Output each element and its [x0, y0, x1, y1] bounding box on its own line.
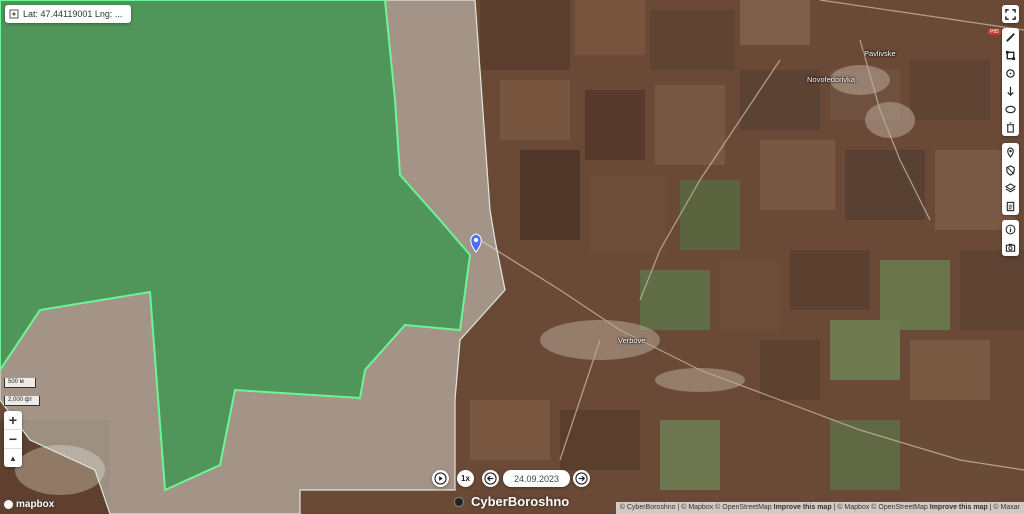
shield-button[interactable]	[1002, 161, 1019, 179]
speed-button[interactable]: 1x	[457, 470, 474, 487]
draw-toolbar	[1002, 28, 1019, 136]
layers-icon	[1005, 182, 1016, 192]
attribution-text-1: © CyberBoroshno | © Mapbox © OpenStreetM…	[619, 504, 772, 511]
zoom-out-button[interactable]: −	[4, 430, 22, 449]
attribution: © CyberBoroshno | © Mapbox © OpenStreetM…	[615, 502, 1024, 514]
attribution-text-2: | © Mapbox © OpenStreetMap	[833, 504, 928, 511]
delete-button[interactable]	[1002, 118, 1019, 136]
mapbox-logo[interactable]: mapbox	[4, 499, 54, 510]
document-icon	[1006, 201, 1015, 211]
arrow-left-icon	[484, 472, 497, 485]
fullscreen-control	[1002, 5, 1019, 23]
camera-icon	[1005, 243, 1016, 252]
draw-arrow-button[interactable]	[1002, 82, 1019, 100]
marker-button[interactable]	[1002, 143, 1019, 161]
info-toolbar	[1002, 220, 1019, 256]
arrow-icon	[1007, 86, 1014, 96]
map-canvas[interactable]	[0, 0, 1024, 514]
layer-toolbar	[1002, 143, 1019, 215]
arrow-right-icon	[575, 472, 588, 485]
compass-button[interactable]: ▲	[4, 449, 22, 467]
ellipse-icon	[1005, 105, 1016, 113]
previous-date-button[interactable]	[482, 470, 499, 487]
compass-icon: ▲	[9, 453, 17, 463]
next-date-button[interactable]	[573, 470, 590, 487]
mapbox-logo-text: mapbox	[16, 499, 55, 510]
zoom-controls: + − ▲	[4, 411, 22, 467]
pin-icon	[9, 9, 19, 19]
date-display[interactable]: 24.09.2023	[503, 470, 570, 487]
trash-icon	[1006, 121, 1015, 133]
draw-circle-button[interactable]	[1002, 64, 1019, 82]
fullscreen-button[interactable]	[1002, 5, 1019, 23]
draw-polygon-button[interactable]	[1002, 46, 1019, 64]
circle-icon	[1006, 68, 1015, 78]
place-label-pavlivske: Pavlivske	[864, 49, 896, 58]
zoom-in-button[interactable]: +	[4, 411, 22, 430]
place-label-novofedorivka: Novofedorivka	[807, 75, 855, 84]
scale-metric: 500 м	[4, 378, 36, 388]
scale-imperial: 2,000 фт	[4, 396, 40, 406]
attribution-text-3: | © Maxar	[989, 504, 1020, 511]
brand-name: CyberBoroshno	[471, 494, 570, 509]
brand-logo-icon	[454, 496, 464, 507]
road-shield: Р85	[988, 29, 1001, 35]
expand-icon	[1005, 8, 1016, 20]
shield-icon	[1006, 164, 1015, 176]
improve-map-link-1[interactable]: Improve this map	[774, 504, 832, 511]
mapbox-logo-icon	[4, 500, 13, 509]
info-icon	[1005, 224, 1016, 234]
document-button[interactable]	[1002, 197, 1019, 215]
draw-ellipse-button[interactable]	[1002, 100, 1019, 118]
pin-icon	[1007, 146, 1014, 158]
brand-logo: CyberBoroshno	[454, 494, 569, 509]
improve-map-link-2[interactable]: Improve this map	[930, 504, 988, 511]
coordinates-text: Lat: 47.44119001 Lng: ...	[23, 9, 123, 19]
draw-line-button[interactable]	[1002, 28, 1019, 46]
polygon-icon	[1005, 50, 1016, 60]
layers-button[interactable]	[1002, 179, 1019, 197]
coordinates-display[interactable]: Lat: 47.44119001 Lng: ...	[5, 5, 131, 23]
play-icon	[434, 472, 447, 485]
screenshot-button[interactable]	[1002, 238, 1019, 256]
play-button[interactable]	[432, 470, 449, 487]
info-button[interactable]	[1002, 220, 1019, 238]
place-label-verbove: Verbove	[618, 336, 646, 345]
line-icon	[1006, 32, 1015, 42]
